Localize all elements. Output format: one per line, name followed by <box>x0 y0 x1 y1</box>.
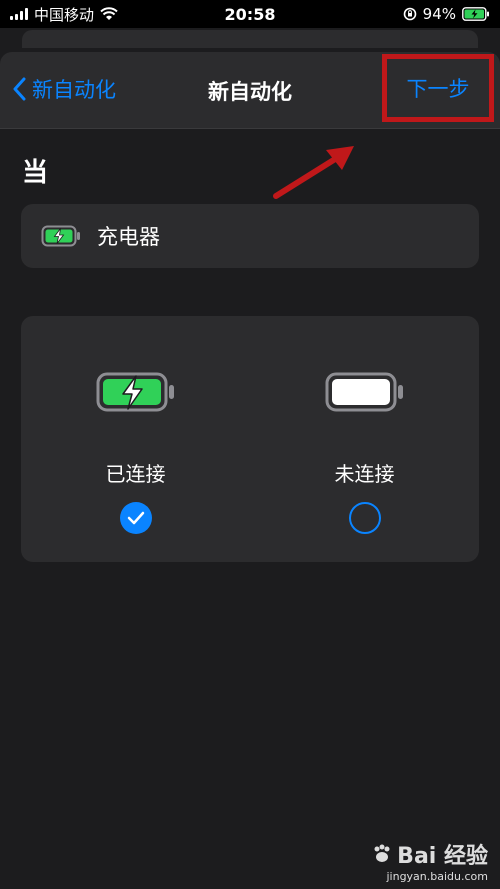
option-icon <box>250 372 479 412</box>
chevron-left-icon <box>13 77 26 101</box>
trigger-card[interactable]: 充电器 <box>21 204 479 268</box>
checkmark-circle-icon <box>119 502 152 534</box>
option-label: 未连接 <box>334 462 395 486</box>
options-card: 已连接 未连接 <box>21 316 479 562</box>
battery-charging-icon <box>96 372 174 412</box>
option-label: 已连接 <box>105 462 166 486</box>
signal-icon <box>10 8 28 20</box>
empty-circle-icon <box>348 502 381 534</box>
annotation-arrow-icon <box>273 146 354 199</box>
option-connected[interactable]: 已连接 <box>21 316 250 562</box>
section-when-label: 当 <box>22 158 49 188</box>
nav-bar: 新自动化 新自动化 下一步 <box>0 52 500 129</box>
status-left: 中国移动 <box>10 4 118 25</box>
watermark-brand: Bai 经验 <box>397 844 488 869</box>
next-button[interactable]: 下一步 <box>382 54 494 122</box>
trigger-label: 充电器 <box>97 225 160 249</box>
rotation-lock-icon <box>403 7 416 21</box>
option-radio[interactable] <box>21 502 250 534</box>
status-bar: 中国移动 20:58 94% <box>0 0 500 28</box>
option-radio[interactable] <box>250 502 479 534</box>
back-label: 新自动化 <box>32 78 116 102</box>
battery-full-icon <box>325 372 403 412</box>
watermark-url: jingyan.baidu.com <box>386 870 488 883</box>
carrier-label: 中国移动 <box>34 5 95 24</box>
wifi-icon <box>100 7 118 20</box>
watermark: Bai 经验 jingyan.baidu.com <box>371 838 488 883</box>
status-right: 94% <box>403 5 490 23</box>
back-button[interactable]: 新自动化 <box>12 74 116 104</box>
next-label: 下一步 <box>406 77 470 101</box>
option-disconnected[interactable]: 未连接 <box>250 316 479 562</box>
battery-percent: 94% <box>422 5 456 23</box>
paw-icon <box>374 844 390 862</box>
watermark-logo: Bai 经验 <box>371 838 488 870</box>
battery-charging-icon <box>41 225 80 247</box>
option-icon <box>21 372 250 412</box>
battery-charging-icon <box>462 7 489 21</box>
sheet-peek <box>22 30 478 48</box>
